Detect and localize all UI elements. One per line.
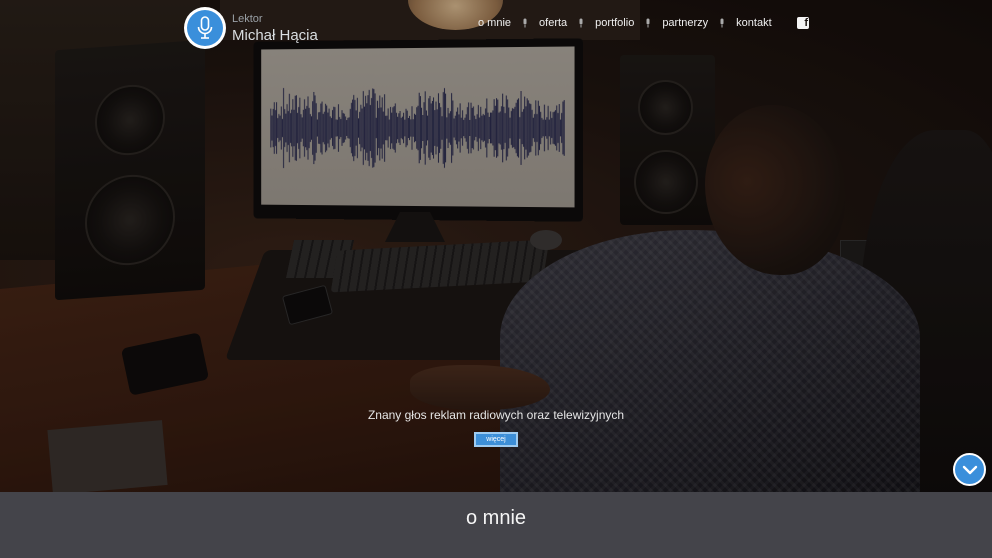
nav-link-oferta[interactable]: oferta xyxy=(539,17,567,29)
chevron-down-icon xyxy=(962,465,977,474)
microphone-icon xyxy=(720,18,724,28)
facebook-glyph: f xyxy=(804,17,808,29)
nav-item-kontakt[interactable]: kontakt xyxy=(736,17,771,29)
microphone-icon xyxy=(197,16,213,39)
more-button[interactable]: więcej xyxy=(474,432,518,447)
logo-subtitle: Lektor xyxy=(232,12,263,25)
site-logo[interactable]: Lektor Michał Hącia xyxy=(184,7,318,49)
main-navigation: o mnie oferta portfolio partnerzy kontak… xyxy=(478,17,772,29)
microphone-icon xyxy=(579,18,583,28)
facebook-icon[interactable]: f xyxy=(797,17,809,29)
hero-tagline: Znany głos reklam radiowych oraz telewiz… xyxy=(367,408,625,422)
nav-link-portfolio[interactable]: portfolio xyxy=(595,17,634,29)
nav-item-portfolio[interactable]: portfolio xyxy=(595,17,634,29)
logo-name: Michał Hącia xyxy=(232,26,318,44)
about-section-header: o mnie xyxy=(0,492,992,558)
logo-badge xyxy=(184,7,226,49)
microphone-icon xyxy=(523,18,527,28)
nav-link-partnerzy[interactable]: partnerzy xyxy=(662,17,708,29)
site-header: Lektor Michał Hącia o mnie oferta portfo… xyxy=(0,0,992,50)
nav-item-o-mnie[interactable]: o mnie xyxy=(478,17,511,29)
scroll-down-button[interactable] xyxy=(953,453,986,486)
microphone-icon xyxy=(646,18,650,28)
nav-item-oferta[interactable]: oferta xyxy=(539,17,567,29)
nav-link-kontakt[interactable]: kontakt xyxy=(736,17,771,29)
nav-link-o-mnie[interactable]: o mnie xyxy=(478,17,511,29)
nav-item-partnerzy[interactable]: partnerzy xyxy=(662,17,708,29)
section-title: o mnie xyxy=(465,507,527,529)
